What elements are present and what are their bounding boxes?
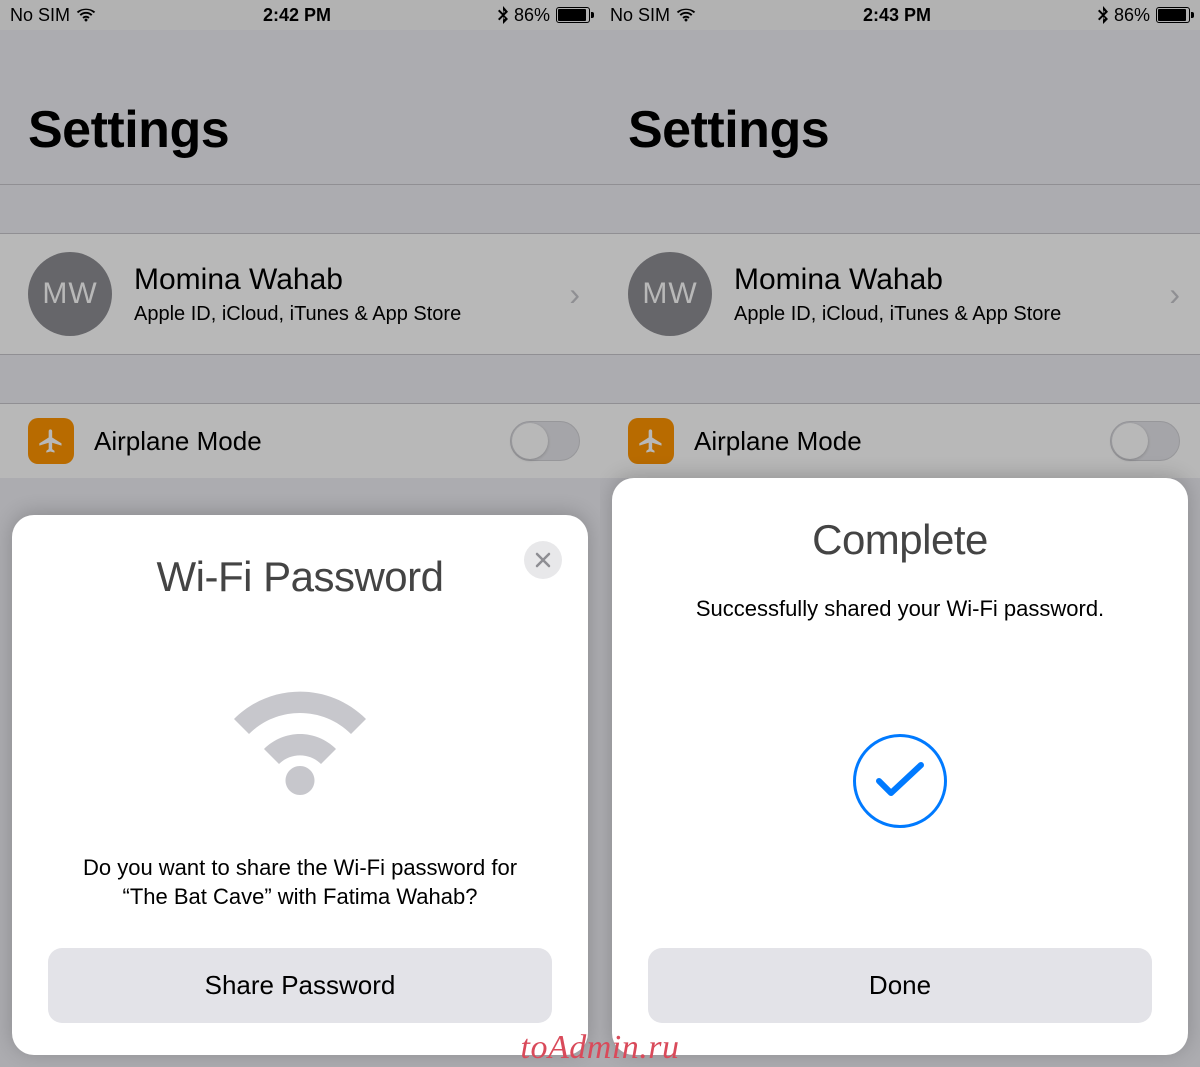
bluetooth-icon [498, 6, 508, 24]
battery-icon [1156, 7, 1190, 23]
watermark: toAdmin.ru [521, 1029, 680, 1067]
status-time: 2:43 PM [863, 5, 931, 26]
sheet-body: Do you want to share the Wi-Fi password … [48, 853, 552, 912]
page-title: Settings [0, 30, 600, 184]
airplane-mode-switch[interactable] [510, 421, 580, 461]
page-title: Settings [600, 30, 1200, 184]
phone-left: No SIM 2:42 PM 86% Settings MW Momina Wa… [0, 0, 600, 1067]
carrier-label: No SIM [610, 5, 670, 26]
wifi-large-icon [48, 657, 552, 797]
battery-percent: 86% [514, 5, 550, 26]
wifi-icon [676, 8, 696, 22]
wifi-icon [76, 8, 96, 22]
profile-subtitle: Apple ID, iCloud, iTunes & App Store [734, 303, 1169, 326]
airplane-mode-label: Airplane Mode [694, 426, 1110, 457]
phone-right: No SIM 2:43 PM 86% Settings MW Momina Wa… [600, 0, 1200, 1067]
sheet-title: Wi-Fi Password [48, 553, 552, 601]
status-time: 2:42 PM [263, 5, 331, 26]
complete-sheet: Complete Successfully shared your Wi-Fi … [612, 478, 1188, 1055]
status-bar: No SIM 2:43 PM 86% [600, 0, 1200, 30]
avatar: MW [628, 252, 712, 336]
airplane-icon [628, 418, 674, 464]
battery-icon [556, 7, 590, 23]
profile-name: Momina Wahab [734, 263, 1169, 297]
airplane-mode-switch[interactable] [1110, 421, 1180, 461]
profile-name: Momina Wahab [134, 263, 569, 297]
close-button[interactable] [524, 541, 562, 579]
airplane-icon [28, 418, 74, 464]
airplane-mode-label: Airplane Mode [94, 426, 510, 457]
status-bar: No SIM 2:42 PM 86% [0, 0, 600, 30]
apple-id-row[interactable]: MW Momina Wahab Apple ID, iCloud, iTunes… [600, 233, 1200, 355]
profile-subtitle: Apple ID, iCloud, iTunes & App Store [134, 303, 569, 326]
sheet-title: Complete [648, 516, 1152, 564]
success-check-icon [648, 734, 1152, 828]
airplane-mode-row[interactable]: Airplane Mode [600, 403, 1200, 478]
battery-percent: 86% [1114, 5, 1150, 26]
sheet-body: Successfully shared your Wi-Fi password. [648, 594, 1152, 624]
chevron-right-icon: › [569, 276, 580, 313]
done-button[interactable]: Done [648, 948, 1152, 1023]
avatar: MW [28, 252, 112, 336]
airplane-mode-row[interactable]: Airplane Mode [0, 403, 600, 478]
carrier-label: No SIM [10, 5, 70, 26]
share-password-sheet: Wi-Fi Password Do you want to share the … [12, 515, 588, 1055]
apple-id-row[interactable]: MW Momina Wahab Apple ID, iCloud, iTunes… [0, 233, 600, 355]
chevron-right-icon: › [1169, 276, 1180, 313]
bluetooth-icon [1098, 6, 1108, 24]
share-password-button[interactable]: Share Password [48, 948, 552, 1023]
